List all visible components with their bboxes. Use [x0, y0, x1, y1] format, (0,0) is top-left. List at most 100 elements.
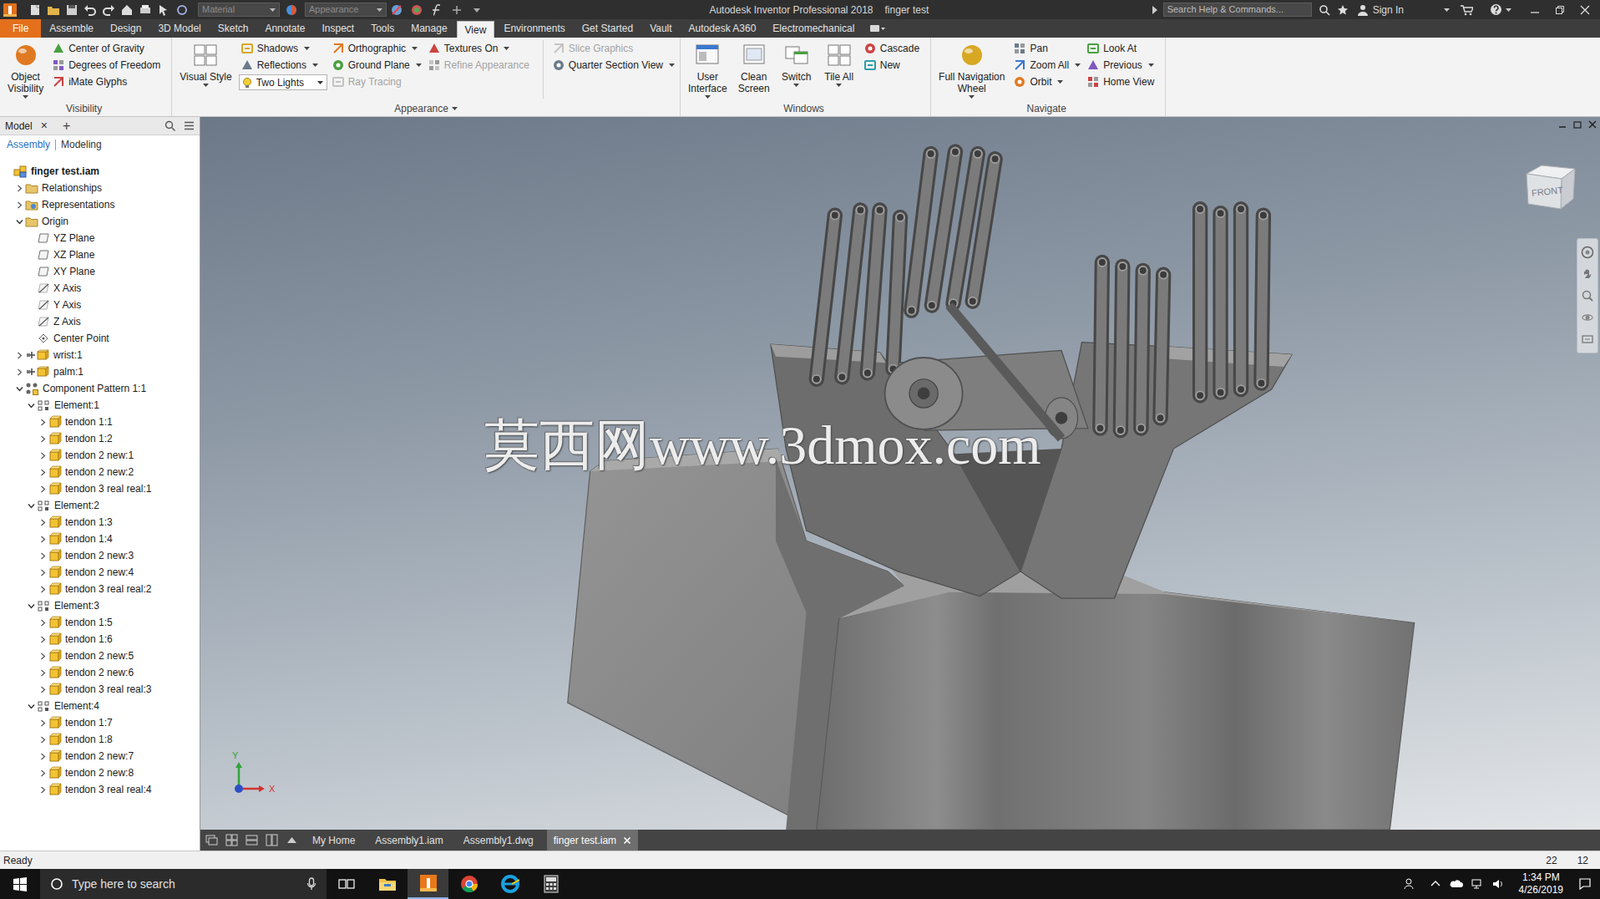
restore-icon[interactable] — [1554, 5, 1565, 16]
expand-chevron-icon[interactable] — [39, 468, 47, 476]
expand-chevron-icon[interactable] — [39, 685, 47, 694]
cascade-layout-icon[interactable] — [205, 833, 218, 846]
ribbon-tab[interactable]: Manage — [403, 19, 455, 38]
orbit-icon[interactable] — [1580, 310, 1595, 325]
tree-node[interactable]: tendon 3 real real:2 — [0, 580, 200, 598]
binoculars-icon[interactable] — [1318, 4, 1331, 16]
undo-icon[interactable] — [83, 3, 97, 17]
ribbon-tab[interactable]: Tools — [363, 19, 402, 38]
adjust-icon[interactable] — [410, 3, 424, 17]
home-icon[interactable] — [120, 3, 134, 17]
tree-node[interactable]: tendon 1:2 — [0, 430, 200, 447]
taskbar-app[interactable] — [407, 868, 449, 899]
ribbon-large-button[interactable]: CleanScreen — [734, 40, 775, 100]
ribbon-tab[interactable]: Design — [102, 19, 149, 38]
taskbar-app[interactable] — [448, 868, 490, 899]
steering-wheel-icon[interactable] — [1580, 245, 1595, 259]
cart-icon[interactable] — [1459, 4, 1474, 16]
clear-appearance-icon[interactable] — [389, 3, 404, 17]
tree-node[interactable]: tendon 1:8 — [0, 730, 200, 748]
ribbon-small-button[interactable]: iMate Glyphs — [50, 73, 168, 91]
microphone-icon[interactable] — [306, 876, 317, 891]
zoom-icon[interactable] — [1580, 288, 1595, 303]
tendon-link[interactable] — [889, 212, 905, 373]
tendon-link[interactable] — [1116, 262, 1127, 435]
tree-node[interactable]: tendon 1:5 — [0, 613, 200, 631]
tree-node[interactable]: Center Point — [0, 329, 200, 347]
windows-start-icon[interactable] — [0, 868, 41, 899]
expand-chevron-icon[interactable] — [39, 551, 47, 560]
ribbon-tab[interactable]: Autodesk A360 — [681, 19, 765, 38]
tendon-link[interactable] — [1096, 258, 1107, 432]
collapse-chevron-icon[interactable] — [27, 501, 36, 510]
favorites-star-icon[interactable] — [1336, 4, 1349, 16]
ribbon-large-button[interactable]: Full NavigationWheel — [934, 40, 1009, 100]
tree-node[interactable]: tendon 3 real real:1 — [0, 480, 200, 497]
dropdown-arrow-icon[interactable] — [1057, 80, 1064, 84]
ribbon-large-button[interactable]: Tile All — [819, 40, 860, 88]
help-search-input[interactable] — [1167, 2, 1308, 17]
tab-list-icon[interactable] — [285, 833, 299, 846]
tendon-link[interactable] — [1216, 208, 1226, 396]
network-icon[interactable] — [1470, 876, 1484, 891]
browser-mode[interactable]: Modeling — [60, 136, 102, 152]
expand-chevron-icon[interactable] — [39, 418, 47, 426]
ribbon-tab[interactable]: File — [0, 19, 41, 38]
tendon-link[interactable] — [863, 206, 884, 378]
tree-node[interactable]: YZ Plane — [0, 229, 200, 247]
ribbon-tab[interactable]: Inspect — [313, 19, 362, 38]
document-tab[interactable]: Assembly1.iam — [368, 829, 456, 851]
tree-node[interactable]: tendon 2 new:4 — [0, 563, 200, 581]
ribbon-tab[interactable]: Assemble — [41, 19, 102, 38]
ribbon-small-button[interactable]: Orthographic — [329, 40, 424, 57]
ribbon-large-button[interactable]: Switch — [776, 40, 817, 88]
tree-node[interactable]: Element:3 — [0, 597, 200, 614]
onedrive-icon[interactable] — [1449, 876, 1464, 891]
ribbon-small-button[interactable]: Shadows — [238, 40, 328, 57]
ribbon-tab[interactable]: Vault — [642, 19, 679, 38]
tendon-link[interactable] — [837, 206, 865, 382]
user-icon[interactable] — [1356, 4, 1369, 16]
tree-node[interactable]: Component Pattern 1:1 — [0, 379, 200, 397]
close-icon[interactable] — [1579, 5, 1590, 16]
tree-node[interactable]: tendon 1:3 — [0, 513, 200, 531]
dropdown-arrow-icon[interactable] — [22, 95, 29, 99]
expand-chevron-icon[interactable] — [15, 351, 24, 360]
ribbon-small-button[interactable]: Center of Gravity — [50, 40, 168, 57]
collapse-chevron-icon[interactable] — [27, 602, 36, 610]
ribbon-tab[interactable]: Environments — [496, 19, 573, 38]
expand-chevron-icon[interactable] — [39, 769, 47, 777]
task-view-icon[interactable] — [326, 868, 367, 899]
tree-node[interactable]: tendon 2 new:5 — [0, 647, 200, 664]
collapse-chevron-icon[interactable] — [27, 702, 36, 710]
menu-icon[interactable] — [183, 120, 195, 132]
tree-node[interactable]: tendon 2 new:8 — [0, 764, 200, 781]
ribbon-small-button[interactable]: Textures On — [425, 40, 537, 57]
tree-node[interactable]: X Axis — [0, 279, 200, 297]
tree-node[interactable]: Origin — [0, 212, 200, 230]
help-icon[interactable] — [1489, 3, 1503, 16]
ribbon-small-button[interactable]: Look At — [1084, 40, 1162, 57]
graphics-window[interactable]: 莫西网www.3dmox.comFRONTYX — [200, 116, 1600, 830]
collapse-chevron-icon[interactable] — [15, 384, 24, 393]
collapse-chevron-icon[interactable] — [15, 217, 24, 226]
parameters-icon[interactable] — [430, 3, 444, 17]
expand-chevron-icon[interactable] — [39, 585, 47, 593]
tree-node[interactable]: Y Axis — [0, 296, 200, 314]
tree-node[interactable]: tendon 1:1 — [0, 413, 200, 431]
tile-grid-icon[interactable] — [225, 833, 238, 846]
dropdown-arrow-icon[interactable] — [317, 81, 324, 85]
expand-chevron-icon[interactable] — [39, 518, 47, 527]
ribbon-large-button[interactable]: Visual Style — [175, 40, 236, 88]
dropdown-arrow-icon[interactable] — [415, 63, 422, 67]
plus-icon[interactable] — [450, 3, 464, 17]
dropdown-arrow-icon[interactable] — [411, 46, 418, 51]
ribbon-small-button[interactable]: Orbit — [1011, 73, 1083, 91]
tree-node[interactable]: Z Axis — [0, 313, 200, 330]
expand-chevron-icon[interactable] — [39, 718, 47, 727]
expand-chevron-icon[interactable] — [39, 635, 47, 644]
taskbar-search-input[interactable] — [71, 875, 299, 893]
expand-chevron-icon[interactable] — [39, 652, 47, 660]
tree-node[interactable]: palm:1 — [0, 363, 200, 380]
ribbon-small-button[interactable]: Ground Plane — [329, 56, 424, 74]
